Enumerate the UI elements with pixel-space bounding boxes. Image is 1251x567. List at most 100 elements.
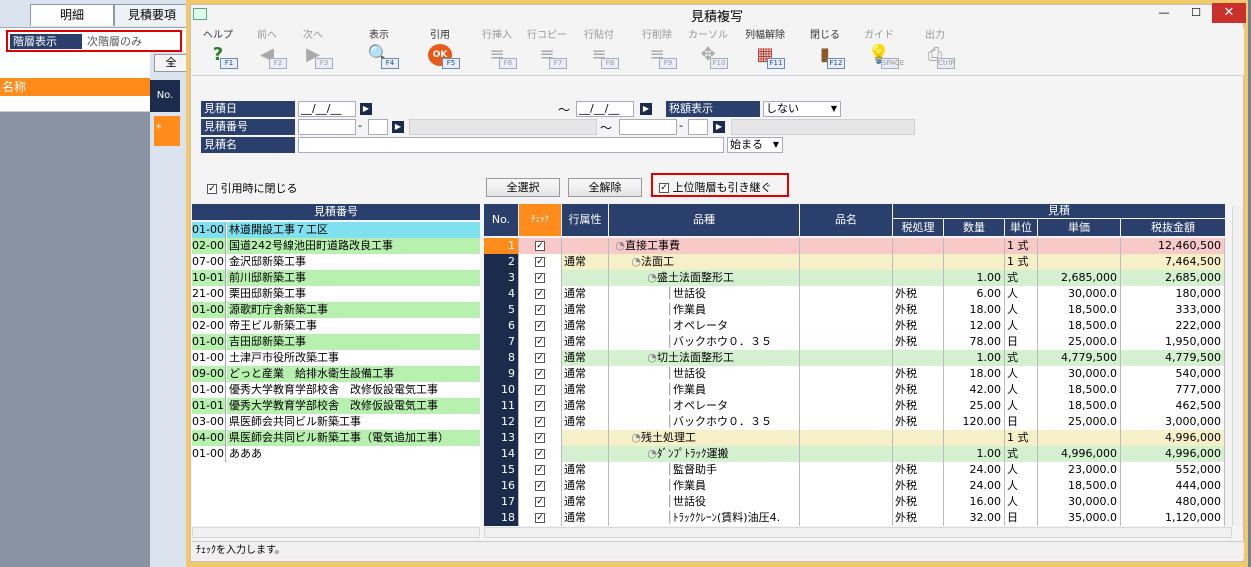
row-checkbox[interactable]: ✓ bbox=[535, 369, 545, 379]
match-mode-select[interactable]: 始まる ▼ bbox=[727, 137, 783, 153]
row-checkbox[interactable]: ✓ bbox=[535, 257, 545, 267]
detail-row[interactable]: 8 ✓ 通常 ◔ 切土法面整形工 1.00 式 4,779,500 4,779,500 bbox=[484, 350, 1225, 366]
detail-row[interactable]: 13 ✓ ◔ 残土処理工 1 式 4,996,000 bbox=[484, 430, 1225, 446]
estimate-number-from-input[interactable] bbox=[298, 119, 356, 135]
detail-row[interactable]: 17 ✓ 通常 │ 世話役 外税 16.00 人 30,000.0 480,000 bbox=[484, 494, 1225, 510]
maximize-button[interactable]: ☐ bbox=[1182, 4, 1210, 22]
estimate-number-to-input[interactable] bbox=[619, 119, 677, 135]
row-checkbox[interactable]: ✓ bbox=[535, 497, 545, 507]
estimate-list-row[interactable]: 04-00 県医師会共同ビル新築工事（電気追加工事） bbox=[192, 430, 480, 446]
col-width-reset-tool-button[interactable]: 列幅解除 ▦ F11 bbox=[745, 30, 785, 69]
row-checkbox[interactable]: ✓ bbox=[535, 273, 545, 283]
estimate-branch-to-input[interactable] bbox=[688, 119, 708, 135]
row-check-cell[interactable]: ✓ bbox=[519, 446, 562, 462]
row-check-cell[interactable]: ✓ bbox=[519, 398, 562, 414]
estimate-list-row[interactable]: 21-00 栗田邸新築工事 bbox=[192, 286, 480, 302]
row-check-cell[interactable]: ✓ bbox=[519, 462, 562, 478]
level-display-select[interactable]: 階層表示 次階層のみ bbox=[6, 30, 182, 52]
row-copy-tool-button[interactable]: 行コピー ≡ F7 bbox=[527, 30, 567, 69]
estimate-list-row[interactable]: 02-00 帝王ビル新築工事 bbox=[192, 318, 480, 334]
row-checkbox[interactable]: ✓ bbox=[535, 241, 545, 251]
view-tool-button[interactable]: 表示 🔍 F4 bbox=[359, 30, 399, 69]
estimate-list[interactable]: 01-00 林道開設工事７工区 02-00 国道242号線池田町道路改良工事 07-00… bbox=[192, 222, 480, 526]
detail-row[interactable]: 12 ✓ 通常 │ バックホウ０．３５ 外税 120.00 日 25,000.0 3,000,0… bbox=[484, 414, 1225, 430]
help-tool-button[interactable]: ヘルプ? F1 bbox=[198, 30, 238, 69]
detail-row[interactable]: 2 ✓ 通常 ◔ 法面工 1 式 7,464,500 bbox=[484, 254, 1225, 270]
close-on-quote-check[interactable]: ✓ bbox=[207, 184, 217, 194]
name-row[interactable] bbox=[0, 96, 150, 112]
new-row-marker[interactable]: * bbox=[154, 116, 180, 146]
estimate-list-row[interactable]: 01-00 源歌町庁舎新築工事 bbox=[192, 302, 480, 318]
detail-row[interactable]: 14 ✓ ◔ ﾀﾞﾝﾌﾟﾄﾗｯｸ運搬 1.00 式 4,996,000 4,996,000 bbox=[484, 446, 1225, 462]
row-check-cell[interactable]: ✓ bbox=[519, 430, 562, 446]
row-check-cell[interactable]: ✓ bbox=[519, 478, 562, 494]
detail-grid-vscroll[interactable] bbox=[1232, 206, 1243, 526]
detail-grid-hscroll[interactable] bbox=[484, 527, 1232, 538]
quote-tool-button[interactable]: 引用 OK F5 bbox=[420, 30, 460, 69]
row-checkbox[interactable]: ✓ bbox=[535, 289, 545, 299]
row-checkbox[interactable]: ✓ bbox=[535, 401, 545, 411]
estimate-list-row[interactable]: 09-00 どっと産業 給排水衛生設備工事 bbox=[192, 366, 480, 382]
estimate-list-row[interactable]: 01-00 あああ bbox=[192, 446, 480, 462]
row-check-cell[interactable]: ✓ bbox=[519, 238, 562, 254]
row-checkbox[interactable]: ✓ bbox=[535, 513, 545, 523]
estimate-list-row[interactable]: 01-01 優秀大学教育学部校舎 改修仮設電気工事 bbox=[192, 398, 480, 414]
estimate-list-row[interactable]: 03-00 県医師会共同ビル新築工事 bbox=[192, 414, 480, 430]
row-checkbox[interactable]: ✓ bbox=[535, 337, 545, 347]
estimate-list-row[interactable]: 01-00 吉田邸新築工事 bbox=[192, 334, 480, 350]
row-check-cell[interactable]: ✓ bbox=[519, 366, 562, 382]
row-checkbox[interactable]: ✓ bbox=[535, 385, 545, 395]
row-check-cell[interactable]: ✓ bbox=[519, 254, 562, 270]
prev-tool-button[interactable]: 前へ ◀ F2 bbox=[247, 30, 287, 69]
estimate-list-row[interactable]: 10-01 前川邸新築工事 bbox=[192, 270, 480, 286]
detail-row[interactable]: 4 ✓ 通常 │ 世話役 外税 6.00 人 30,000.0 180,000 bbox=[484, 286, 1225, 302]
row-check-cell[interactable]: ✓ bbox=[519, 494, 562, 510]
row-checkbox[interactable]: ✓ bbox=[535, 481, 545, 491]
row-check-cell[interactable]: ✓ bbox=[519, 510, 562, 526]
detail-row[interactable]: 16 ✓ 通常 │ 作業員 外税 24.00 人 18,500.0 444,000 bbox=[484, 478, 1225, 494]
row-check-cell[interactable]: ✓ bbox=[519, 334, 562, 350]
row-check-cell[interactable]: ✓ bbox=[519, 286, 562, 302]
row-checkbox[interactable]: ✓ bbox=[535, 433, 545, 443]
minimize-button[interactable]: — bbox=[1150, 4, 1178, 22]
detail-row[interactable]: 15 ✓ 通常 │ 監督助手 外税 24.00 人 23,000.0 552,000 bbox=[484, 462, 1225, 478]
detail-row[interactable]: 5 ✓ 通常 │ 作業員 外税 18.00 人 18,500.0 333,000 bbox=[484, 302, 1225, 318]
select-all-button[interactable]: 全選択 bbox=[486, 178, 560, 197]
row-check-cell[interactable]: ✓ bbox=[519, 318, 562, 334]
detail-row[interactable]: 1 ✓ ◔ 直接工事費 1 式 12,460,500 bbox=[484, 238, 1225, 254]
level-display-value[interactable]: 次階層のみ bbox=[84, 34, 180, 49]
row-delete-tool-button[interactable]: 行削除 ≡ F9 bbox=[637, 30, 677, 69]
close-on-quote-checkbox[interactable]: ✓ 引用時に閉じる bbox=[207, 180, 298, 196]
row-paste-tool-button[interactable]: 行貼付 ≡ F8 bbox=[579, 30, 619, 69]
inherit-parent-check[interactable]: ✓ bbox=[659, 183, 669, 193]
row-checkbox[interactable]: ✓ bbox=[535, 465, 545, 475]
detail-row[interactable]: 7 ✓ 通常 │ バックホウ０．３５ 外税 78.00 日 25,000.0 1,950,000 bbox=[484, 334, 1225, 350]
estimate-from-picker[interactable]: ▶ bbox=[392, 121, 404, 133]
estimate-name-input[interactable] bbox=[298, 137, 724, 153]
estimate-branch-from-input[interactable] bbox=[368, 119, 388, 135]
date-to-input[interactable]: __/__/__ bbox=[576, 101, 634, 117]
date-to-picker[interactable]: ▶ bbox=[640, 103, 652, 115]
row-check-cell[interactable]: ✓ bbox=[519, 350, 562, 366]
row-insert-tool-button[interactable]: 行挿入 ≡ F6 bbox=[477, 30, 517, 69]
window-close-button[interactable]: ✕ bbox=[1212, 3, 1246, 23]
cursor-tool-button[interactable]: カーソル ✥ F10 bbox=[688, 30, 728, 69]
next-tool-button[interactable]: 次へ ▶ F3 bbox=[293, 30, 333, 69]
row-check-cell[interactable]: ✓ bbox=[519, 270, 562, 286]
estimate-list-row[interactable]: 02-00 国道242号線池田町道路改良工事 bbox=[192, 238, 480, 254]
tax-display-select[interactable]: しない ▼ bbox=[763, 101, 841, 117]
estimate-list-hscroll[interactable] bbox=[192, 527, 480, 538]
estimate-list-row[interactable]: 01-00 林道開設工事７工区 bbox=[192, 222, 480, 238]
detail-row[interactable]: 18 ✓ 通常 │ ﾄﾗｯｸｸﾚｰﾝ(賃料)油圧4. 外税 32.00 日 35,000.0 1… bbox=[484, 510, 1225, 526]
close-tool-button[interactable]: 閉じる ▮ F12 bbox=[805, 30, 845, 69]
tab-detail[interactable]: 明細 bbox=[30, 4, 114, 26]
detail-row[interactable]: 11 ✓ 通常 │ オペレータ 外税 25.00 人 18,500.0 462,500 bbox=[484, 398, 1225, 414]
row-check-cell[interactable]: ✓ bbox=[519, 382, 562, 398]
estimate-list-row[interactable]: 01-00 土津戸市役所改築工事 bbox=[192, 350, 480, 366]
estimate-to-picker[interactable]: ▶ bbox=[713, 121, 725, 133]
detail-grid[interactable]: 1 ✓ ◔ 直接工事費 1 式 12,460,500 2 ✓ 通常 ◔ 法面工 1 式 7,464,… bbox=[484, 238, 1225, 526]
output-tool-button[interactable]: 出力 ⎙ CtrlP bbox=[915, 30, 955, 69]
detail-row[interactable]: 6 ✓ 通常 │ オペレータ 外税 12.00 人 18,500.0 222,000 bbox=[484, 318, 1225, 334]
tab-estimate-summary[interactable]: 見積要項 bbox=[114, 4, 190, 26]
date-from-picker[interactable]: ▶ bbox=[360, 103, 372, 115]
